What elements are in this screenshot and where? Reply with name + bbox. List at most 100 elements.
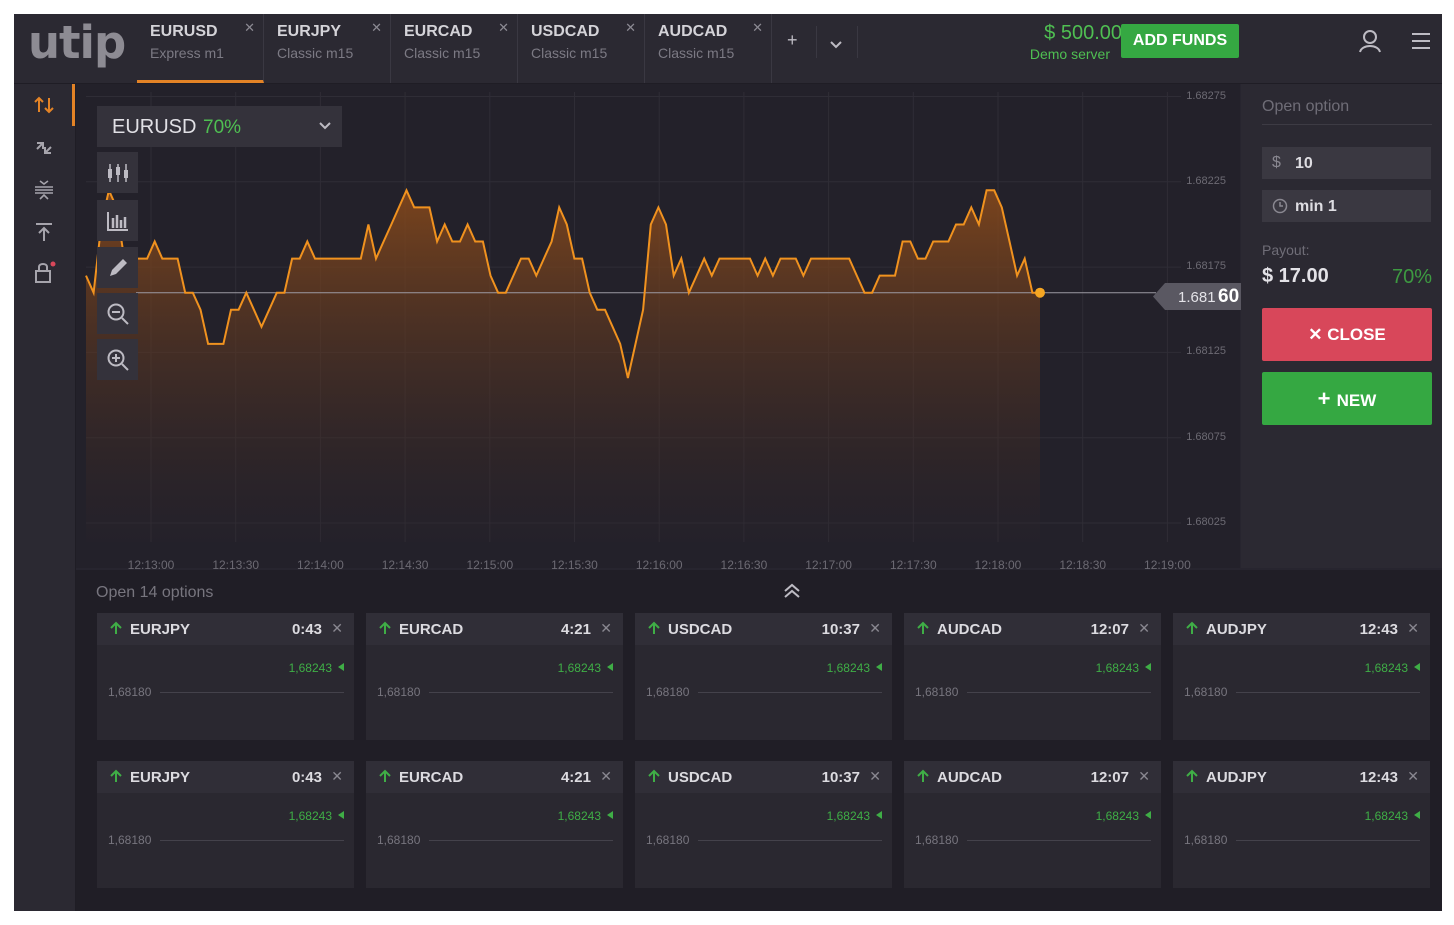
option-card-header: EURJPY 0:43 ✕ xyxy=(97,613,354,645)
option-current-price: 1,68243 xyxy=(557,809,601,823)
candles-icon[interactable] xyxy=(97,152,138,193)
option-card[interactable]: AUDJPY 12:43 ✕ 1,68243 1,68180 xyxy=(1173,761,1430,888)
close-option-icon[interactable]: ✕ xyxy=(331,620,343,637)
option-card[interactable]: AUDCAD 12:07 ✕ 1,68243 1,68180 xyxy=(904,761,1161,888)
add-tab-icon[interactable]: + xyxy=(787,30,798,51)
option-open-price: 1,68180 xyxy=(108,833,152,847)
close-option-icon[interactable]: ✕ xyxy=(1407,620,1419,637)
compress-icon[interactable] xyxy=(30,176,58,204)
payout-percent: 70% xyxy=(1391,266,1432,288)
close-option-icon[interactable]: ✕ xyxy=(600,620,612,637)
menu-icon[interactable] xyxy=(1411,32,1431,55)
close-option-icon[interactable]: ✕ xyxy=(600,768,612,785)
user-icon[interactable] xyxy=(1357,28,1383,59)
option-symbol: EURCAD xyxy=(399,769,464,786)
option-current-price: 1,68243 xyxy=(557,661,601,675)
left-toolbar xyxy=(14,84,76,911)
add-funds-button[interactable]: ADD FUNDS xyxy=(1121,24,1239,58)
diagonal-arrows-icon[interactable] xyxy=(30,134,58,162)
price-marker-icon xyxy=(876,811,882,819)
amount-field[interactable]: $ 10 xyxy=(1262,147,1431,179)
option-open-price: 1,68180 xyxy=(646,685,690,699)
arrow-up-icon xyxy=(1185,621,1199,640)
option-open-price: 1,68180 xyxy=(915,685,959,699)
option-symbol: USDCAD xyxy=(668,621,733,638)
option-card-header: USDCAD 10:37 ✕ xyxy=(635,613,892,645)
tab-usdcad[interactable]: USDCAD Classic m15 ✕ xyxy=(518,14,645,83)
open-price-line xyxy=(429,692,613,693)
price-area xyxy=(86,190,1040,543)
option-time: 12:07 xyxy=(1090,621,1129,638)
tab-audcad[interactable]: AUDCAD Classic m15 ✕ xyxy=(645,14,772,83)
pair-payout: 70% xyxy=(203,117,242,138)
arrow-up-icon xyxy=(916,621,930,640)
chevron-down-icon[interactable] xyxy=(829,34,843,55)
option-card-header: AUDJPY 12:43 ✕ xyxy=(1173,613,1430,645)
open-price-line xyxy=(967,840,1151,841)
close-option-icon[interactable]: ✕ xyxy=(1138,768,1150,785)
amount-value: 10 xyxy=(1295,155,1313,172)
close-option-icon[interactable]: ✕ xyxy=(1407,768,1419,785)
option-time: 0:43 xyxy=(291,769,322,786)
zoom-in-icon[interactable] xyxy=(97,339,138,380)
close-option-icon[interactable]: ✕ xyxy=(869,768,881,785)
new-label: NEW xyxy=(1336,390,1377,410)
option-card[interactable]: EURJPY 0:43 ✕ 1,68243 1,68180 xyxy=(97,613,354,740)
price-marker-icon xyxy=(338,811,344,819)
open-price-line xyxy=(1236,840,1420,841)
pencil-icon[interactable] xyxy=(97,247,138,288)
close-tab-icon[interactable]: ✕ xyxy=(244,20,255,36)
tab-eurjpy[interactable]: EURJPY Classic m15 ✕ xyxy=(264,14,391,83)
option-card[interactable]: USDCAD 10:37 ✕ 1,68243 1,68180 xyxy=(635,761,892,888)
tab-eurusd[interactable]: EURUSD Express m1 ✕ xyxy=(137,14,264,83)
close-label: CLOSE xyxy=(1327,324,1386,344)
open-price-line xyxy=(160,840,344,841)
top-bar: utip EURUSD Express m1 ✕ EURJPY Classic … xyxy=(14,14,1442,84)
option-time: 10:37 xyxy=(821,621,860,638)
pair-selector[interactable]: EURUSD 70% xyxy=(97,106,342,147)
close-tab-icon[interactable]: ✕ xyxy=(371,20,382,36)
duration-value: min 1 xyxy=(1295,198,1337,215)
price-marker-icon xyxy=(1145,811,1151,819)
close-tab-icon[interactable]: ✕ xyxy=(752,20,763,36)
option-symbol: EURJPY xyxy=(130,621,191,638)
swap-arrows-icon[interactable] xyxy=(30,91,58,119)
lock-icon[interactable] xyxy=(30,258,58,286)
price-marker-icon xyxy=(876,663,882,671)
arrow-up-icon xyxy=(1185,769,1199,788)
close-option-icon[interactable]: ✕ xyxy=(331,768,343,785)
arrow-up-icon xyxy=(916,769,930,788)
collapse-up-icon[interactable] xyxy=(782,582,802,605)
option-card[interactable]: EURCAD 4:21 ✕ 1,68243 1,68180 xyxy=(366,761,623,888)
option-current-price: 1,68243 xyxy=(826,661,870,675)
option-symbol: EURCAD xyxy=(399,621,464,638)
zoom-out-icon[interactable] xyxy=(97,293,138,334)
open-price-line xyxy=(698,840,882,841)
option-card[interactable]: EURCAD 4:21 ✕ 1,68243 1,68180 xyxy=(366,613,623,740)
close-option-icon[interactable]: ✕ xyxy=(869,620,881,637)
payout-label: Payout: xyxy=(1262,242,1310,258)
open-price-line xyxy=(698,692,882,693)
close-tab-icon[interactable]: ✕ xyxy=(498,20,509,36)
trading-app: utip EURUSD Express m1 ✕ EURJPY Classic … xyxy=(14,14,1442,911)
upload-icon[interactable] xyxy=(30,218,58,246)
option-card[interactable]: EURJPY 0:43 ✕ 1,68243 1,68180 xyxy=(97,761,354,888)
new-option-button[interactable]: + NEW xyxy=(1262,372,1432,425)
chart-area[interactable]: 1.68275 1.68225 1.68175 1.68125 1.68075 1.680… xyxy=(76,84,1241,572)
bars-icon[interactable] xyxy=(97,200,138,241)
option-card-header: AUDCAD 12:07 ✕ xyxy=(904,613,1161,645)
tab-symbol: EURJPY xyxy=(277,23,342,40)
close-button[interactable]: ✕ CLOSE xyxy=(1262,308,1432,361)
price-chart[interactable] xyxy=(76,84,1240,568)
price-marker-icon xyxy=(338,663,344,671)
option-card[interactable]: AUDJPY 12:43 ✕ 1,68243 1,68180 xyxy=(1173,613,1430,740)
arrow-up-icon xyxy=(647,769,661,788)
close-option-icon[interactable]: ✕ xyxy=(1138,620,1150,637)
option-card[interactable]: USDCAD 10:37 ✕ 1,68243 1,68180 xyxy=(635,613,892,740)
option-card-header: EURJPY 0:43 ✕ xyxy=(97,761,354,793)
close-tab-icon[interactable]: ✕ xyxy=(625,20,636,36)
option-symbol: USDCAD xyxy=(668,769,733,786)
option-card[interactable]: AUDCAD 12:07 ✕ 1,68243 1,68180 xyxy=(904,613,1161,740)
tab-eurcad[interactable]: EURCAD Classic m15 ✕ xyxy=(391,14,518,83)
duration-field[interactable]: min 1 xyxy=(1262,190,1431,222)
